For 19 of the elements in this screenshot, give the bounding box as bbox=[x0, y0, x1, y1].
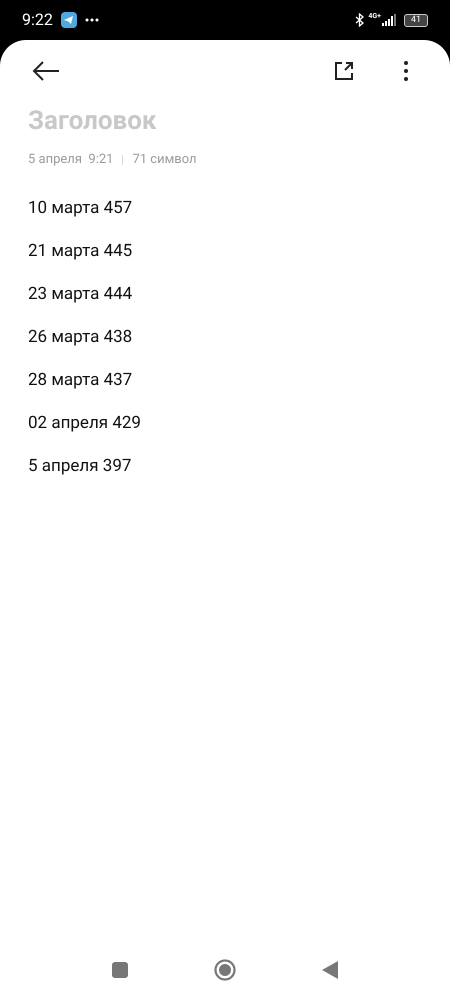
note-date: 5 апреля 9:21 bbox=[28, 151, 114, 169]
note-line: 02 апреля 429 bbox=[28, 412, 142, 434]
character-count: 71 символ bbox=[132, 151, 197, 169]
more-notifications-icon bbox=[84, 18, 99, 22]
recent-apps-button[interactable] bbox=[112, 962, 128, 978]
paper-plane-icon bbox=[60, 12, 77, 28]
note-line: 21 марта 445 bbox=[28, 240, 134, 262]
bluetooth-icon bbox=[355, 13, 364, 27]
back-nav-button[interactable] bbox=[322, 961, 338, 979]
signal-icon bbox=[382, 14, 396, 26]
note-line: 10 марта 457 bbox=[28, 196, 134, 220]
note-line: 26 марта 438 bbox=[28, 326, 134, 348]
status-time: 9:22 bbox=[22, 9, 53, 31]
note-line: 28 марта 437 bbox=[28, 368, 134, 392]
note-line: 23 марта 444 bbox=[28, 282, 134, 306]
note-line: 5 апреля 397 bbox=[28, 454, 132, 478]
more-options-icon bbox=[404, 60, 408, 82]
battery-indicator: 41 bbox=[404, 14, 428, 26]
home-button[interactable] bbox=[214, 959, 236, 981]
